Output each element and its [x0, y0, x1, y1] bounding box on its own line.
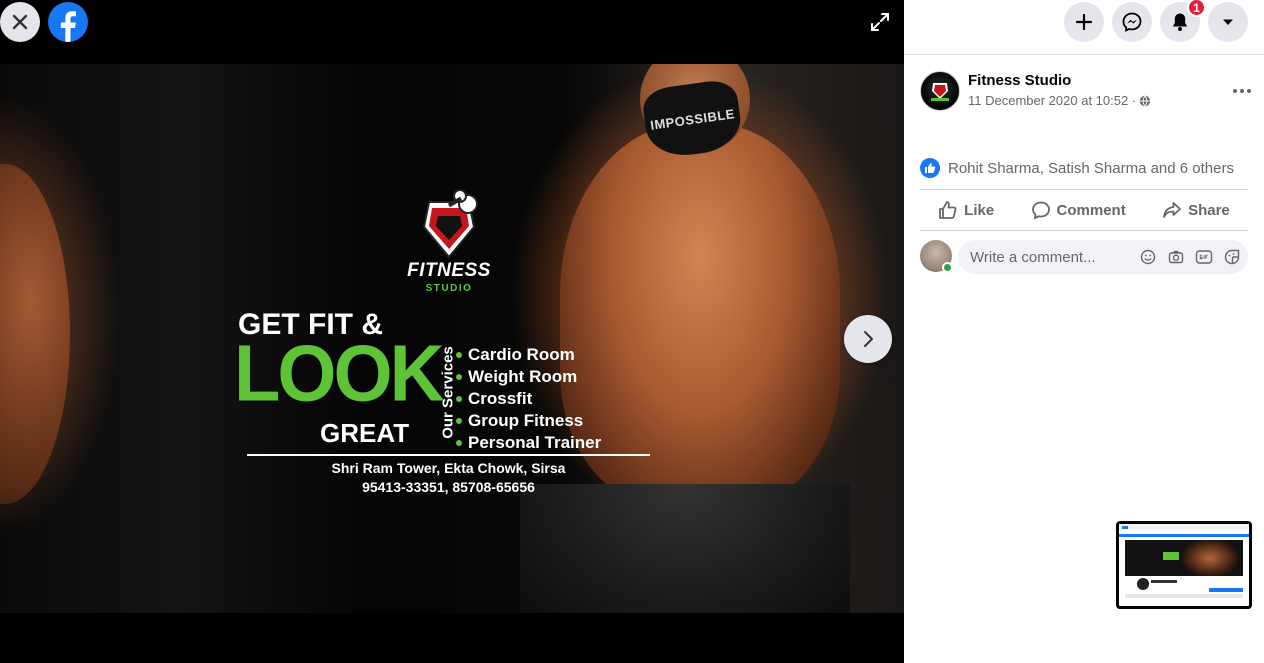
page-avatar[interactable]: [920, 71, 960, 111]
gif-icon[interactable]: [1194, 247, 1214, 267]
online-status-dot: [942, 262, 953, 273]
post-header: Fitness Studio 11 December 2020 at 10:52…: [920, 71, 1251, 111]
post-meta: 11 December 2020 at 10:52 ·: [968, 93, 1151, 108]
notification-badge: 1: [1187, 0, 1206, 17]
sticker-icon[interactable]: [1222, 247, 1242, 267]
post-actions: Like Comment Share: [920, 192, 1248, 228]
divider: [920, 189, 1248, 190]
like-button[interactable]: Like: [932, 192, 1000, 228]
brand-subtitle: STUDIO: [425, 283, 473, 294]
facebook-logo-icon[interactable]: [48, 2, 88, 42]
share-button[interactable]: Share: [1156, 192, 1236, 228]
poster-address: Shri Ram Tower, Ekta Chowk, Sirsa: [331, 460, 566, 476]
create-button[interactable]: [1064, 2, 1104, 42]
globe-icon: [1139, 95, 1151, 106]
screen-thumbnail-preview[interactable]: [1116, 521, 1252, 609]
comment-button[interactable]: Comment: [1025, 192, 1132, 228]
service-item: Group Fitness: [456, 410, 601, 432]
messenger-button[interactable]: [1112, 2, 1152, 42]
page-name-link[interactable]: Fitness Studio: [968, 72, 1071, 89]
comment-placeholder: Write a comment...: [970, 248, 1096, 266]
post-timestamp[interactable]: 11 December 2020 at 10:52 ·: [968, 93, 1136, 108]
divider: [920, 230, 1248, 231]
emoji-icon[interactable]: [1138, 247, 1158, 267]
services-list: Cardio Room Weight Room Crossfit Group F…: [456, 344, 601, 454]
headline-line-3: GREAT: [320, 418, 410, 448]
service-item: Cardio Room: [456, 344, 601, 366]
chevron-right-icon: [864, 331, 873, 347]
close-button[interactable]: [0, 2, 40, 42]
share-icon: [1163, 202, 1181, 218]
photo-left-figure: [0, 164, 70, 504]
service-item: Weight Room: [456, 366, 601, 388]
top-bar: 1: [904, 0, 1264, 55]
fullscreen-button[interactable]: [866, 8, 894, 36]
mask-text: IMPOSSIBLE: [649, 105, 736, 133]
bell-icon: [1172, 13, 1188, 31]
service-item: Personal Trainer: [456, 432, 601, 454]
post-photo: IMPOSSIBLE FITNESS STUDIO GET FIT & LOOK…: [0, 64, 904, 613]
notifications-button[interactable]: 1: [1160, 0, 1206, 42]
more-options-icon: [1233, 89, 1251, 93]
post-options-button[interactable]: [1226, 75, 1258, 107]
fullscreen-icon: [871, 13, 889, 31]
gym-logo-icon: [931, 83, 949, 101]
thumbs-up-icon: [939, 201, 957, 219]
messenger-icon: [1122, 12, 1142, 32]
comment-tools: [1138, 247, 1242, 267]
close-icon: [12, 14, 28, 30]
comment-composer: Write a comment...: [920, 240, 1248, 274]
headline-line-2: LOOK: [234, 328, 445, 419]
camera-icon[interactable]: [1166, 247, 1186, 267]
reactions-text: Rohit Sharma, Satish Sharma and 6 others: [948, 159, 1234, 177]
comment-input[interactable]: Write a comment...: [958, 240, 1248, 274]
reactions-summary[interactable]: Rohit Sharma, Satish Sharma and 6 others: [920, 158, 1234, 178]
services-label: Our Services: [439, 346, 457, 439]
like-reaction-icon: [920, 158, 940, 178]
caret-down-icon: [1223, 19, 1233, 25]
photo-torso: [560, 124, 840, 504]
post-side-panel: 1 Fitness Studio 11 December 2020 at 10:…: [904, 0, 1264, 663]
photo-pants: [520, 484, 850, 613]
plus-icon: [1075, 13, 1093, 31]
comment-icon: [1031, 201, 1050, 220]
account-menu-button[interactable]: [1208, 2, 1248, 42]
poster-phones: 95413-33351, 85708-65656: [362, 479, 535, 495]
brand-name: FITNESS: [407, 260, 491, 281]
service-item: Crossfit: [456, 388, 601, 410]
poster-divider: [247, 454, 650, 456]
photo-viewer: IMPOSSIBLE FITNESS STUDIO GET FIT & LOOK…: [0, 0, 904, 663]
next-photo-button[interactable]: [844, 315, 892, 363]
